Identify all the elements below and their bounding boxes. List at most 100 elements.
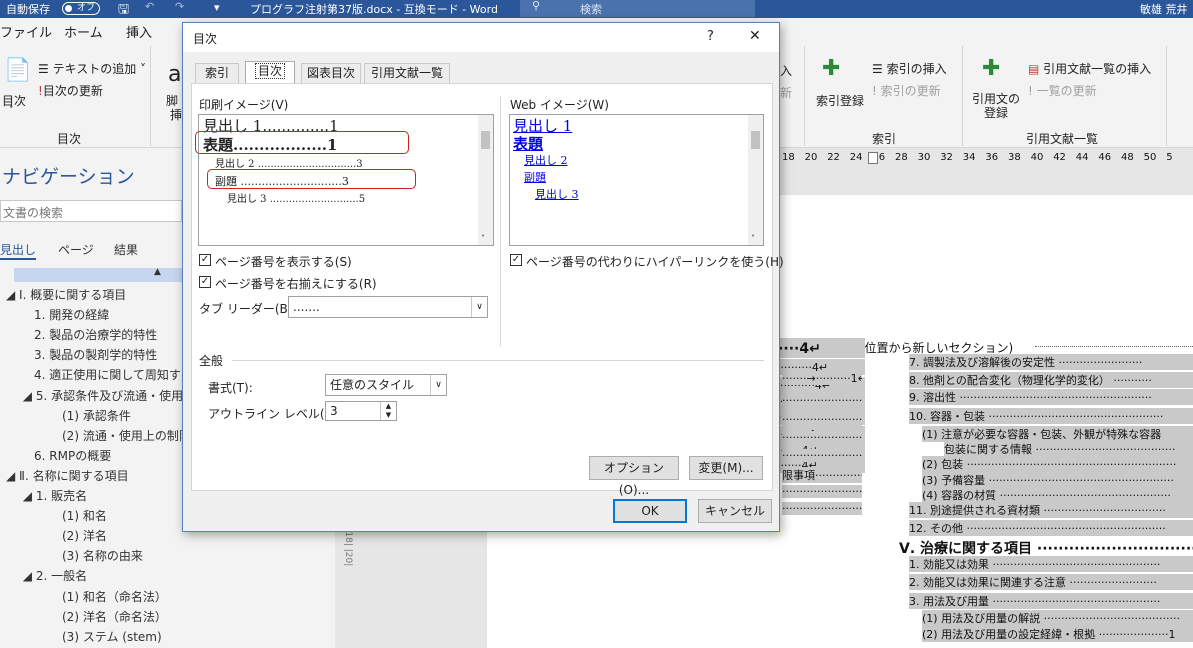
toc-line: Ⅴ. 治療に関する項目 ····························… — [899, 541, 1193, 557]
spinner-arrows-icon[interactable]: ▲ ▼ — [380, 402, 396, 420]
ruler-number: 36 — [985, 152, 999, 163]
nav-heading-item[interactable]: (1) 和名 — [62, 507, 107, 524]
index-group-label: 索引 — [872, 132, 897, 146]
nav-heading-item[interactable]: (3) ステム (stem) — [62, 628, 162, 645]
print-preview-scrollbar[interactable]: ˅ — [478, 115, 493, 245]
scroll-down-icon[interactable]: ˅ — [751, 234, 755, 243]
tab-table-of-authorities[interactable]: 引用文献一覧 — [364, 63, 450, 83]
nav-heading-item[interactable]: (2) 洋名 — [62, 527, 107, 544]
document-title: プログラフ注射第37版.docx - 互換モード - Word — [250, 3, 498, 16]
tab-table-of-figures[interactable]: 図表目次 — [301, 63, 361, 83]
tab-leader-label: タブ リーダー(B): — [199, 302, 297, 316]
nav-tab-results[interactable]: 結果 — [114, 241, 138, 258]
dialog-title-bar: 目次 ? ✕ — [183, 23, 779, 52]
toc-line-partial: ·····························3↵ — [782, 449, 862, 462]
ruler-number: 38 — [1008, 152, 1021, 163]
nav-heading-item[interactable]: (2) 流通・使用上の制限 — [62, 427, 191, 444]
scroll-down-icon[interactable]: ˅ — [481, 234, 485, 243]
nav-tab-pages[interactable]: ページ — [58, 241, 94, 258]
nav-tab-headings[interactable]: 見出し — [0, 241, 37, 260]
modify-button[interactable]: 変更(M)... — [689, 456, 763, 480]
index-register-button[interactable]: 索引登録 — [816, 92, 864, 109]
nav-heading-item[interactable]: (2) 洋名（命名法） — [62, 608, 167, 625]
nav-heading-item[interactable]: ◢ Ⅱ. 名称に関する項目 — [6, 467, 129, 484]
print-preview-label: 印刷イメージ(V) — [199, 98, 289, 112]
show-page-numbers-checkbox[interactable]: ✓ — [199, 254, 211, 266]
tab-index[interactable]: 索引 — [195, 63, 239, 83]
toc-line: 8. 他剤との配合変化（物理化学的変化） ··········· — [909, 372, 1193, 388]
nav-search-input[interactable]: 文書の検索 — [0, 200, 182, 222]
customize-qat-icon[interactable]: ▾ — [214, 1, 220, 14]
nav-heading-item[interactable]: 6. RMPの概要 — [34, 447, 111, 464]
footnote-icon: a — [168, 62, 182, 87]
ok-button[interactable]: OK — [613, 499, 687, 523]
ruler-number: 5 — [1166, 152, 1173, 163]
outline-level-label: アウトライン レベル(L): — [208, 407, 340, 421]
web-subtitle[interactable]: 副題 — [524, 169, 546, 185]
right-align-label: ページ番号を右揃えにする(R) — [215, 277, 377, 291]
nav-heading-item[interactable]: (3) 名称の由来 — [62, 547, 143, 564]
insert-index-button[interactable]: ☰ 索引の挿入 — [872, 60, 947, 77]
toc-button[interactable]: 目次 — [2, 92, 26, 109]
dialog-title: 目次 — [193, 32, 218, 46]
toc-line: 2. 効能又は効果に関連する注意 ·······················… — [909, 574, 1193, 590]
right-align-checkbox[interactable]: ✓ — [199, 276, 211, 288]
search-placeholder: 検索 — [580, 3, 602, 16]
cite-register-button[interactable]: 引用文の 登録 — [972, 92, 1020, 120]
menu-file[interactable]: ファイル — [0, 22, 52, 41]
update-list-icon: ! — [1028, 84, 1033, 98]
collapse-up-icon: ▲ — [154, 267, 161, 277]
search-box[interactable]: ⚲ 検索 — [520, 0, 755, 17]
insert-cite-list-button[interactable]: ▤ 引用文献一覧の挿入 — [1028, 60, 1151, 77]
toc-line-partial: 限事項···················3↵ — [782, 467, 862, 483]
update-toc-button[interactable]: !目次の更新 — [38, 82, 103, 99]
web-title[interactable]: 表題 — [513, 133, 543, 154]
web-heading3[interactable]: 見出し 3 — [535, 186, 579, 202]
update-index-button[interactable]: ! 索引の更新 — [872, 82, 941, 99]
scroll-thumb[interactable] — [751, 131, 760, 149]
web-preview-box[interactable]: 見出し 1 表題 見出し 2 副題 見出し 3 ˅ — [509, 114, 764, 246]
menu-insert[interactable]: 挿入 — [126, 22, 152, 41]
nav-heading-item[interactable]: ◢ Ⅰ. 概要に関する項目 — [6, 286, 126, 303]
ruler-number: 44 — [1075, 152, 1089, 163]
show-page-numbers-label: ページ番号を表示する(S) — [215, 255, 352, 269]
web-heading2[interactable]: 見出し 2 — [524, 152, 568, 168]
close-button[interactable]: ✕ — [749, 28, 761, 44]
scroll-thumb[interactable] — [481, 131, 490, 149]
toc-dialog: 目次 ? ✕ 索引 目次 図表目次 引用文献一覧 印刷イメージ(V) 見出し 1… — [182, 22, 784, 532]
user-name[interactable]: 敏雄 荒井 — [1140, 1, 1188, 17]
web-preview-scrollbar[interactable]: ˅ — [748, 115, 763, 245]
nav-heading-item[interactable]: 3. 製品の製剤学的特性 — [34, 346, 157, 363]
nav-heading-item[interactable]: 1. 開発の経緯 — [34, 306, 109, 323]
cancel-button[interactable]: キャンセル — [698, 499, 772, 523]
menu-home[interactable]: ホーム — [64, 22, 103, 41]
outline-level-spinner[interactable]: 3 ▲ ▼ — [325, 401, 397, 421]
help-button[interactable]: ? — [707, 29, 714, 44]
options-button[interactable]: オプション(O)... — [589, 456, 679, 497]
format-select[interactable]: 任意のスタイル ∨ — [325, 374, 447, 396]
use-hyperlinks-checkbox[interactable]: ✓ — [510, 254, 522, 266]
nav-scroll-up-bar[interactable]: ▲ — [14, 267, 182, 282]
nav-heading-item[interactable]: 4. 適正使用に関して周知す — [34, 366, 181, 383]
toc-line-partial: ·······→··········1↵ — [782, 372, 862, 385]
format-value: 任意のスタイル — [330, 378, 415, 392]
nav-heading-item[interactable]: ◢ 5. 承認条件及び流通・使用 — [23, 387, 183, 404]
nav-heading-item[interactable]: ◢ 2. 一般名 — [23, 567, 87, 584]
ruler-number: 24 — [849, 152, 863, 163]
update-list-button[interactable]: ! 一覧の更新 — [1028, 82, 1097, 99]
add-text-button[interactable]: ☰ テキストの追加 ˅ — [38, 60, 146, 77]
update-list-label: 一覧の更新 — [1036, 84, 1097, 98]
nav-heading-item[interactable]: (1) 和名（命名法） — [62, 588, 167, 605]
undo-icon[interactable]: ↶ — [145, 0, 154, 13]
ruler-tab-marker[interactable] — [868, 152, 878, 164]
nav-heading-item[interactable]: 2. 製品の治療学的特性 — [34, 326, 157, 343]
tab-leader-select[interactable]: ....... ∨ — [288, 296, 488, 318]
redo-icon[interactable]: ↷ — [175, 0, 184, 13]
print-preview-box[interactable]: 見出し 1..............1 表題.................… — [195, 114, 494, 246]
ruler-number: 42 — [1053, 152, 1066, 163]
nav-heading-item[interactable]: ◢ 1. 販売名 — [23, 487, 87, 504]
tab-toc[interactable]: 目次 — [245, 61, 295, 83]
toc-line: 10. 容器・包装 ······························… — [909, 408, 1193, 424]
nav-search-placeholder: 文書の検索 — [3, 206, 64, 220]
nav-heading-item[interactable]: (1) 承認条件 — [62, 407, 131, 424]
